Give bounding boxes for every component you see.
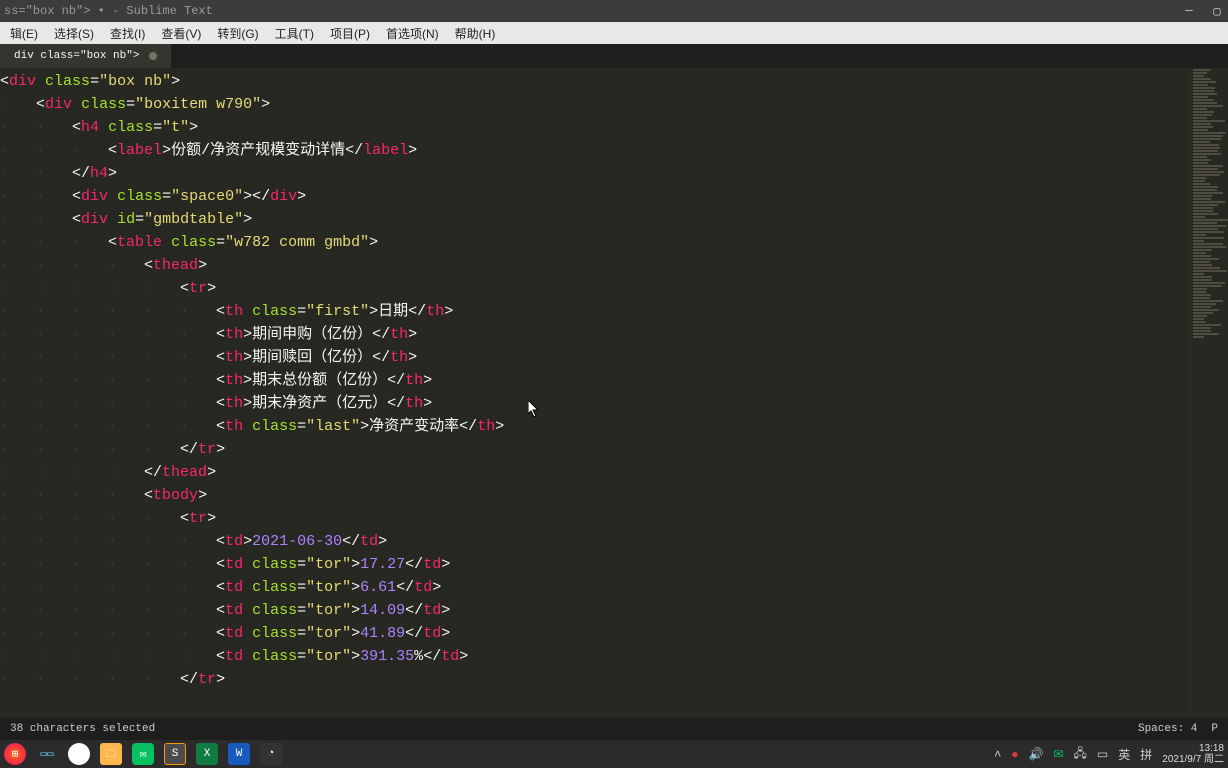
status-syntax[interactable]: P [1211,723,1218,735]
record-icon[interactable]: ● [1011,747,1018,761]
wechat-tray-icon[interactable]: ✉ [1053,747,1063,761]
menu-project[interactable]: 项目(P) [322,23,378,44]
explorer-icon[interactable]: 🗀 [100,743,122,765]
title-bar: ss="box nb"> • - Sublime Text ─ ▢ [0,0,1228,22]
maximize-button[interactable]: ▢ [1210,4,1224,18]
tab-dirty-indicator[interactable] [149,52,157,60]
tab-label: div class="box nb"> [14,50,139,62]
file-tab[interactable]: div class="box nb"> [0,44,172,68]
network-icon[interactable]: 🖧 [1074,744,1087,765]
wechat-icon[interactable]: ✉ [132,743,154,765]
chrome-icon[interactable]: ◉ [68,743,90,765]
tab-bar: div class="box nb"> [0,44,1228,68]
sound-icon[interactable]: 🔊 [1029,747,1044,761]
status-indent[interactable]: Spaces: 4 [1138,723,1197,735]
ime-mode[interactable]: 拼 [1140,746,1152,763]
sublime-icon[interactable]: S [164,743,186,765]
status-selection: 38 characters selected [10,723,155,735]
menu-view[interactable]: 查看(V) [153,23,209,44]
minimize-button[interactable]: ─ [1182,4,1196,18]
menu-tools[interactable]: 工具(T) [267,23,322,44]
tray-chevron-icon[interactable]: ˄ [994,747,1001,761]
menu-help[interactable]: 帮助(H) [447,23,504,44]
battery-icon[interactable]: ▭ [1097,747,1108,761]
status-bar: 38 characters selected Spaces: 4 P [0,718,1228,740]
app-icon[interactable]: ◔ [260,743,282,765]
menu-bar: 辑(E) 选择(S) 查找(I) 查看(V) 转到(G) 工具(T) 项目(P)… [0,22,1228,44]
word-icon[interactable]: W [228,743,250,765]
menu-find[interactable]: 查找(I) [102,23,153,44]
clock[interactable]: 13:18 2021/9/7 周二 [1162,743,1224,765]
menu-edit[interactable]: 辑(E) [2,23,46,44]
code-editor[interactable]: <div class="box nb"> · <div class="boxit… [0,68,1190,718]
clock-time: 13:18 [1162,743,1224,754]
clock-date: 2021/9/7 周二 [1162,754,1224,765]
menu-goto[interactable]: 转到(G) [209,23,266,44]
ime-lang[interactable]: 英 [1118,746,1130,763]
windows-taskbar: ⊞ ▭▭ ◉ 🗀 ✉ S X W ◔ ˄ ● 🔊 ✉ 🖧 ▭ 英 拼 13:18… [0,740,1228,768]
minimap[interactable] [1190,68,1228,718]
task-view-icon[interactable]: ▭▭ [36,743,58,765]
menu-select[interactable]: 选择(S) [46,23,102,44]
excel-icon[interactable]: X [196,743,218,765]
window-title: ss="box nb"> • - Sublime Text [4,4,213,18]
menu-preferences[interactable]: 首选项(N) [378,23,447,44]
start-button[interactable]: ⊞ [4,743,26,765]
